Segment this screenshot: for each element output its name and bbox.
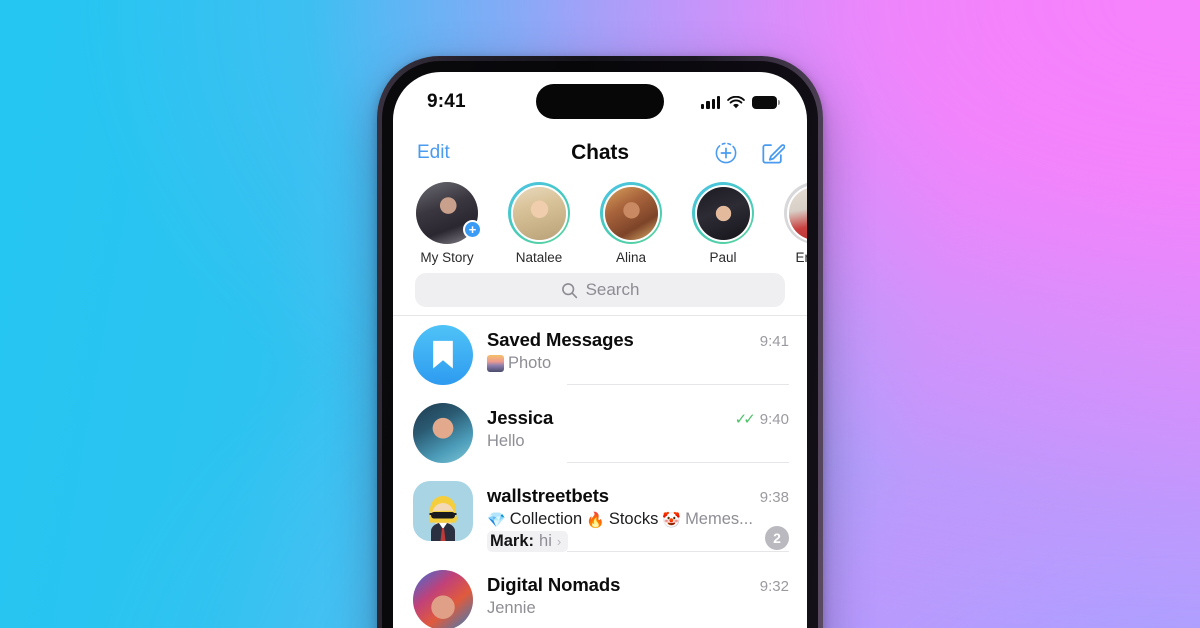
chat-body: Saved Messages 9:41 Photo (473, 325, 789, 385)
row-separator (567, 384, 789, 385)
unread-badge: 2 (765, 526, 789, 550)
avatar (413, 325, 473, 385)
chevron-right-icon: › (556, 534, 562, 549)
topic-label: Collection (509, 510, 583, 528)
chat-title: wallstreetbets (487, 485, 609, 506)
story-label: Alina (615, 250, 647, 265)
chat-preview-text: Jennie (487, 599, 536, 617)
story-item[interactable]: Emma (769, 182, 807, 265)
edit-button[interactable]: Edit (417, 142, 450, 164)
chat-time: 9:38 (759, 489, 789, 506)
story-ring (692, 182, 754, 244)
add-story-badge[interactable]: + (463, 220, 482, 239)
reply-preview[interactable]: Mark: hi › (487, 531, 569, 552)
circle-plus-dashed-icon[interactable] (714, 141, 738, 165)
nav-actions (714, 141, 785, 166)
topic-emoji: 💎 (487, 511, 506, 529)
chat-body: Digital Nomads 9:32 Jennie (473, 570, 789, 628)
chat-row-saved-messages[interactable]: Saved Messages 9:41 Photo (393, 316, 807, 394)
story-item[interactable]: + My Story (401, 182, 493, 265)
story-ring (508, 182, 570, 244)
story-label: Natalee (515, 250, 563, 265)
chat-preview: Hello (487, 432, 789, 451)
story-label: My Story (420, 250, 474, 265)
chat-time: 9:40 (759, 410, 789, 428)
chat-title: Digital Nomads (487, 574, 621, 595)
avatar (602, 184, 660, 242)
avatar (694, 184, 752, 242)
chat-title: Saved Messages (487, 329, 634, 350)
topic-label: Memes... (685, 510, 753, 528)
chat-preview: Jennie (487, 599, 789, 618)
chat-row-wallstreetbets[interactable]: wallstreetbets 9:38 💎 Collection 🔥 Stock… (393, 472, 807, 561)
avatar (413, 570, 473, 628)
topic-emoji: 🤡 (662, 511, 682, 529)
chat-row-digital-nomads[interactable]: Digital Nomads 9:32 Jennie (393, 561, 807, 628)
chat-time: 9:41 (759, 333, 789, 350)
search-magnifier-icon (561, 282, 577, 298)
story-item[interactable]: Alina (585, 182, 677, 265)
avatar (413, 403, 473, 463)
story-label: Emma (795, 250, 807, 265)
chat-time: 9:32 (759, 578, 789, 595)
row-separator (567, 462, 789, 463)
chat-preview-text: Hello (487, 432, 525, 450)
reply-author: Mark: (490, 532, 535, 550)
story-ring (784, 182, 807, 244)
bookmark-icon (433, 340, 453, 369)
chat-preview: Photo (487, 354, 789, 373)
topic-label: Stocks (608, 510, 659, 528)
battery-icon (752, 95, 780, 109)
read-receipt-icon: ✓✓ (734, 411, 756, 428)
search-container: Search (393, 267, 807, 315)
wifi-icon (727, 95, 745, 108)
phone-screen: 9:41 Edit Chats + My Story Natalee Alina… (393, 72, 807, 628)
chat-row-jessica[interactable]: Jessica ✓✓ 9:40 Hello (393, 394, 807, 472)
status-indicators (701, 94, 780, 109)
chat-body: wallstreetbets 9:38 💎 Collection 🔥 Stock… (473, 481, 789, 552)
navigation-bar: Edit Chats (393, 130, 807, 176)
status-bar: 9:41 (393, 72, 807, 130)
avatar (413, 481, 473, 541)
chat-body: Jessica ✓✓ 9:40 Hello (473, 403, 789, 463)
topic-emoji: 🔥 (586, 511, 605, 529)
cellular-bars-icon (701, 95, 720, 109)
photo-thumbnail-icon (487, 355, 504, 372)
story-item[interactable]: Paul (677, 182, 769, 265)
chat-list[interactable]: Saved Messages 9:41 Photo Jessica ✓✓ 9:4… (393, 315, 807, 628)
avatar (786, 184, 807, 242)
chat-title: Jessica (487, 407, 554, 428)
story-ring (600, 182, 662, 244)
status-time: 9:41 (427, 91, 466, 112)
story-label: Paul (709, 250, 737, 265)
row-separator (567, 551, 789, 552)
story-item[interactable]: Natalee (493, 182, 585, 265)
reply-text: hi (539, 532, 552, 550)
search-input[interactable]: Search (415, 273, 785, 307)
avatar (510, 184, 568, 242)
chat-preview-text: Photo (508, 354, 552, 372)
chat-topics: 💎 Collection 🔥 Stocks 🤡 Memes... (487, 510, 789, 529)
stories-row[interactable]: + My Story Natalee Alina Paul E (393, 176, 807, 267)
iphone-device: 9:41 Edit Chats + My Story Natalee Alina… (377, 56, 823, 628)
dynamic-island (536, 84, 664, 119)
compose-square-pencil-icon[interactable] (760, 141, 785, 166)
search-placeholder: Search (585, 280, 640, 299)
cartoon-avatar (429, 496, 457, 541)
